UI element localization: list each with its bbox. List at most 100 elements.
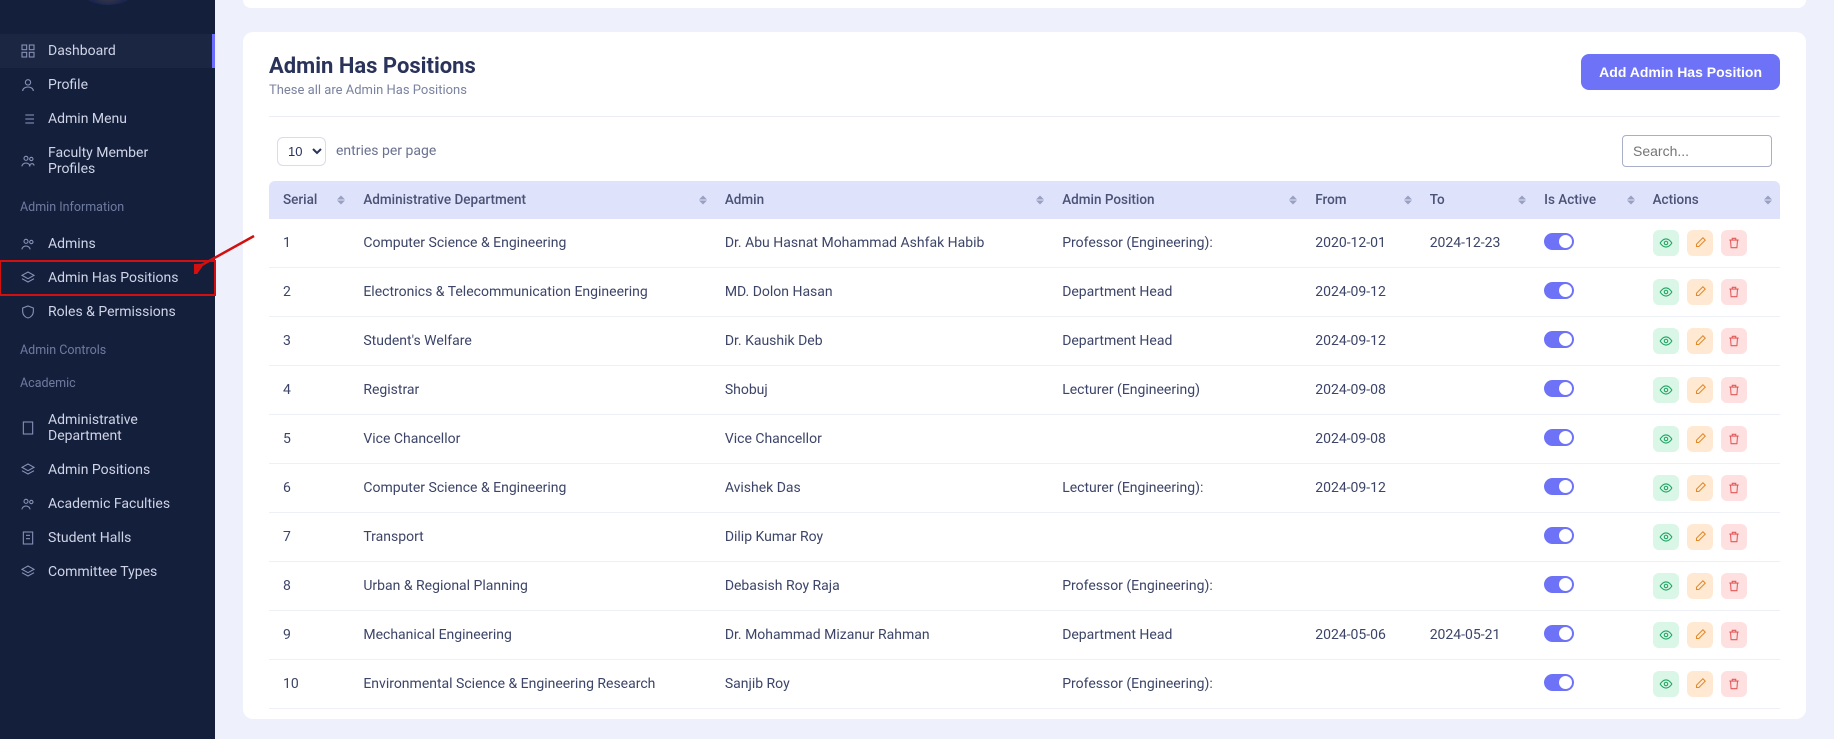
edit-button[interactable] bbox=[1687, 279, 1713, 305]
table-row: 6 Computer Science & Engineering Avishek… bbox=[269, 464, 1780, 513]
col-active[interactable]: Is Active bbox=[1534, 181, 1642, 219]
delete-button[interactable] bbox=[1721, 622, 1747, 648]
delete-button[interactable] bbox=[1721, 475, 1747, 501]
view-button[interactable] bbox=[1653, 475, 1679, 501]
col-to[interactable]: To bbox=[1420, 181, 1534, 219]
active-toggle[interactable] bbox=[1544, 331, 1574, 348]
cell-from bbox=[1305, 513, 1419, 562]
edit-button[interactable] bbox=[1687, 328, 1713, 354]
cell-admin: Vice Chancellor bbox=[715, 415, 1052, 464]
delete-button[interactable] bbox=[1721, 573, 1747, 599]
delete-button[interactable] bbox=[1721, 426, 1747, 452]
cell-active bbox=[1534, 317, 1642, 366]
active-toggle[interactable] bbox=[1544, 282, 1574, 299]
cell-dept: Computer Science & Engineering bbox=[353, 219, 714, 268]
sidebar-item-faculty-profiles[interactable]: Faculty Member Profiles bbox=[0, 136, 215, 186]
cell-active bbox=[1534, 219, 1642, 268]
cell-to bbox=[1420, 415, 1534, 464]
sidebar-item-student-halls[interactable]: Student Halls bbox=[0, 521, 215, 555]
edit-button[interactable] bbox=[1687, 230, 1713, 256]
layers-icon bbox=[20, 564, 36, 580]
cell-to bbox=[1420, 366, 1534, 415]
view-button[interactable] bbox=[1653, 573, 1679, 599]
cell-from: 2024-09-08 bbox=[1305, 415, 1419, 464]
cell-position: Department Head bbox=[1052, 317, 1305, 366]
col-serial[interactable]: Serial bbox=[269, 181, 353, 219]
view-button[interactable] bbox=[1653, 426, 1679, 452]
sidebar-item-roles-permissions[interactable]: Roles & Permissions bbox=[0, 295, 215, 329]
cell-to bbox=[1420, 317, 1534, 366]
sidebar-item-dashboard[interactable]: Dashboard bbox=[0, 34, 215, 68]
search-input[interactable] bbox=[1622, 135, 1772, 167]
sidebar-item-profile[interactable]: Profile bbox=[0, 68, 215, 102]
add-admin-has-position-button[interactable]: Add Admin Has Position bbox=[1581, 54, 1780, 90]
edit-button[interactable] bbox=[1687, 475, 1713, 501]
col-actions[interactable]: Actions bbox=[1643, 181, 1780, 219]
col-admin[interactable]: Admin bbox=[715, 181, 1052, 219]
sidebar-item-label: Dashboard bbox=[48, 43, 116, 59]
sidebar-item-admin-department[interactable]: Administrative Department bbox=[0, 403, 215, 453]
edit-button[interactable] bbox=[1687, 671, 1713, 697]
sidebar-item-admin-positions[interactable]: Admin Positions bbox=[0, 453, 215, 487]
content-card: Admin Has Positions These all are Admin … bbox=[243, 32, 1806, 719]
logo-area bbox=[0, 0, 215, 30]
edit-button[interactable] bbox=[1687, 622, 1713, 648]
delete-button[interactable] bbox=[1721, 671, 1747, 697]
cell-active bbox=[1534, 611, 1642, 660]
delete-button[interactable] bbox=[1721, 524, 1747, 550]
delete-button[interactable] bbox=[1721, 230, 1747, 256]
cell-serial: 6 bbox=[269, 464, 353, 513]
sidebar-item-admin-menu[interactable]: Admin Menu bbox=[0, 102, 215, 136]
active-toggle[interactable] bbox=[1544, 576, 1574, 593]
sidebar-item-admins[interactable]: Admins bbox=[0, 227, 215, 261]
edit-button[interactable] bbox=[1687, 524, 1713, 550]
col-position[interactable]: Admin Position bbox=[1052, 181, 1305, 219]
table-header-row: Serial Administrative Department Admin A… bbox=[269, 181, 1780, 219]
col-from[interactable]: From bbox=[1305, 181, 1419, 219]
cell-dept: Student's Welfare bbox=[353, 317, 714, 366]
delete-button[interactable] bbox=[1721, 279, 1747, 305]
view-button[interactable] bbox=[1653, 524, 1679, 550]
col-dept[interactable]: Administrative Department bbox=[353, 181, 714, 219]
delete-button[interactable] bbox=[1721, 377, 1747, 403]
active-toggle[interactable] bbox=[1544, 625, 1574, 642]
sidebar-item-committee-types[interactable]: Committee Types bbox=[0, 555, 215, 589]
active-toggle[interactable] bbox=[1544, 380, 1574, 397]
grid-icon bbox=[20, 43, 36, 59]
cell-admin: Sanjib Roy bbox=[715, 660, 1052, 709]
sidebar-item-academic-faculties[interactable]: Academic Faculties bbox=[0, 487, 215, 521]
table-row: 7 Transport Dilip Kumar Roy bbox=[269, 513, 1780, 562]
cell-from: 2024-05-06 bbox=[1305, 611, 1419, 660]
active-toggle[interactable] bbox=[1544, 478, 1574, 495]
view-button[interactable] bbox=[1653, 377, 1679, 403]
cell-dept: Environmental Science & Engineering Rese… bbox=[353, 660, 714, 709]
cell-dept: Transport bbox=[353, 513, 714, 562]
edit-button[interactable] bbox=[1687, 377, 1713, 403]
cell-actions bbox=[1643, 513, 1780, 562]
cell-from bbox=[1305, 562, 1419, 611]
sidebar-item-label: Student Halls bbox=[48, 530, 131, 546]
view-button[interactable] bbox=[1653, 671, 1679, 697]
active-toggle[interactable] bbox=[1544, 527, 1574, 544]
sidebar-item-admin-has-positions[interactable]: Admin Has Positions bbox=[0, 261, 215, 295]
cell-actions bbox=[1643, 464, 1780, 513]
cell-position: Lecturer (Engineering) bbox=[1052, 366, 1305, 415]
edit-button[interactable] bbox=[1687, 573, 1713, 599]
cell-position: Professor (Engineering): bbox=[1052, 562, 1305, 611]
cell-actions bbox=[1643, 415, 1780, 464]
active-toggle[interactable] bbox=[1544, 429, 1574, 446]
delete-button[interactable] bbox=[1721, 328, 1747, 354]
edit-button[interactable] bbox=[1687, 426, 1713, 452]
view-button[interactable] bbox=[1653, 328, 1679, 354]
cell-position: Professor (Engineering): bbox=[1052, 660, 1305, 709]
cell-position: Lecturer (Engineering): bbox=[1052, 464, 1305, 513]
sidebar-heading-admin-info: Admin Information bbox=[0, 190, 215, 223]
entries-select[interactable]: 10 bbox=[277, 137, 326, 166]
table-row: 4 Registrar Shobuj Lecturer (Engineering… bbox=[269, 366, 1780, 415]
view-button[interactable] bbox=[1653, 622, 1679, 648]
active-toggle[interactable] bbox=[1544, 233, 1574, 250]
view-button[interactable] bbox=[1653, 230, 1679, 256]
cell-to bbox=[1420, 513, 1534, 562]
cell-active bbox=[1534, 268, 1642, 317]
view-button[interactable] bbox=[1653, 279, 1679, 305]
